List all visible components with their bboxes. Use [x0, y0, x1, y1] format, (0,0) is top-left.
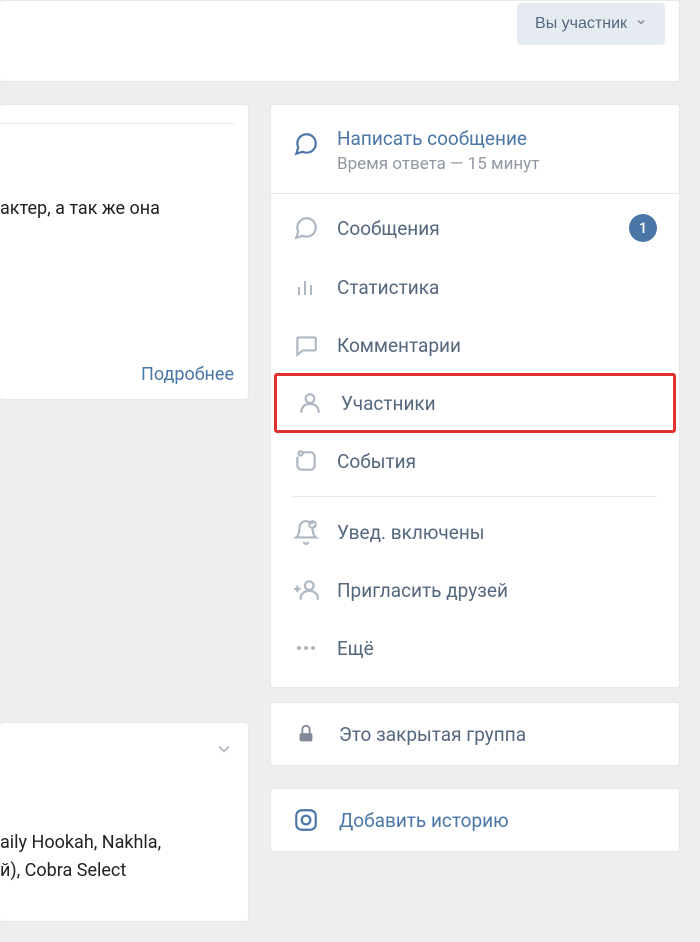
divider [0, 123, 234, 124]
membership-status-label: Вы участник [535, 15, 627, 33]
description-panel: актер, а так же она Подробнее [0, 104, 249, 400]
add-story-panel[interactable]: Добавить историю [270, 788, 680, 852]
info-line-1: aily Hookah, Nakhla, [0, 829, 234, 857]
sidebar-item-messages[interactable]: Сообщения 1 [271, 198, 679, 258]
info-line-2: й), Cobra Select [0, 857, 234, 885]
more-dots-icon [293, 635, 319, 661]
header-panel: Вы участник [0, 0, 680, 82]
lock-icon [293, 721, 319, 747]
sidebar-item-label: Сообщения [337, 217, 611, 240]
sidebar-item-label: Увед. включены [337, 521, 657, 544]
sidebar-item-label: События [337, 450, 657, 473]
sidebar-item-label: Ещё [337, 637, 657, 660]
closed-group-label: Это закрытая группа [339, 723, 526, 746]
sidebar-panel: Написать сообщение Время ответа — 15 мин… [270, 104, 680, 688]
sidebar-item-label: Статистика [337, 276, 657, 299]
person-icon [297, 390, 323, 416]
camera-square-icon [293, 807, 319, 833]
comment-icon [293, 332, 319, 358]
description-text: актер, а так же она [0, 196, 234, 222]
sidebar-item-more[interactable]: Ещё [271, 619, 679, 677]
membership-status-button[interactable]: Вы участник [517, 3, 665, 45]
info-panel: aily Hookah, Nakhla, й), Cobra Select [0, 722, 249, 922]
sidebar-item-members[interactable]: Участники [275, 374, 675, 432]
chevron-down-icon [635, 15, 647, 33]
sidebar-item-comments[interactable]: Комментарии [271, 316, 679, 374]
sidebar-item-notifications[interactable]: Увед. включены [271, 503, 679, 561]
bar-chart-icon [293, 274, 319, 300]
sidebar-item-invite-friends[interactable]: Пригласить друзей [271, 561, 679, 619]
write-message-title: Написать сообщение [337, 127, 539, 151]
divider [293, 496, 657, 497]
events-icon [293, 448, 319, 474]
speech-bubble-outline-icon [293, 215, 319, 241]
write-message-block[interactable]: Написать сообщение Время ответа — 15 мин… [271, 117, 679, 194]
closed-group-panel: Это закрытая группа [270, 702, 680, 766]
messages-badge: 1 [629, 214, 657, 242]
add-person-icon [293, 577, 319, 603]
panel-header [0, 739, 234, 763]
sidebar-item-label: Комментарии [337, 334, 657, 357]
sidebar-item-label: Пригласить друзей [337, 579, 657, 602]
sidebar-item-events[interactable]: События [271, 432, 679, 490]
add-story-label: Добавить историю [339, 809, 509, 832]
sidebar-item-statistics[interactable]: Статистика [271, 258, 679, 316]
speech-bubble-icon [293, 131, 319, 157]
info-text: aily Hookah, Nakhla, й), Cobra Select [0, 829, 234, 885]
more-link[interactable]: Подробнее [141, 364, 234, 385]
sidebar-item-label: Участники [341, 392, 653, 415]
bell-check-icon [293, 519, 319, 545]
chevron-down-icon[interactable] [214, 739, 234, 763]
write-message-subtitle: Время ответа — 15 минут [337, 153, 539, 175]
